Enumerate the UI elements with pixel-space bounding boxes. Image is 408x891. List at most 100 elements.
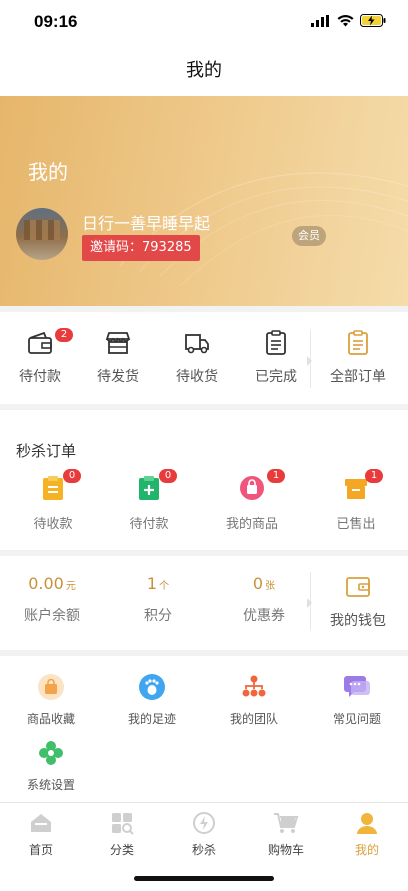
order-label: 已完成 <box>255 369 297 385</box>
signal-icon <box>311 14 329 27</box>
tab-label: 我的 <box>354 843 379 857</box>
points-label: 积分 <box>144 608 172 624</box>
favorites-bag-icon <box>38 674 64 700</box>
tool-faq[interactable]: 常见问题 <box>312 674 402 727</box>
shopping-bag-icon <box>240 476 264 500</box>
seckill-badge: 0 <box>63 469 81 483</box>
order-label: 待收货 <box>176 369 218 385</box>
order-completed[interactable]: 已完成 <box>241 330 311 386</box>
coupons-value: 0 <box>252 574 264 593</box>
shop-icon <box>105 332 131 354</box>
cart-icon <box>274 813 299 833</box>
seckill-label: 我的商品 <box>225 517 278 532</box>
truck-icon <box>185 334 209 354</box>
balance-unit: 元 <box>65 581 76 592</box>
member-badge[interactable]: 会员 <box>292 226 326 246</box>
order-label: 待付款 <box>19 369 61 385</box>
points[interactable]: 1个 积分 <box>113 574 203 625</box>
invite-code: 793285 <box>142 240 192 255</box>
tool-label: 系统设置 <box>26 778 75 792</box>
team-tree-icon <box>242 675 266 697</box>
battery-charging-icon <box>360 14 386 27</box>
account-balance[interactable]: 0.00 元 账户余额 <box>7 574 97 625</box>
home-icon <box>31 814 51 832</box>
balance-value: 0.00 <box>28 574 64 593</box>
clipboard-check-icon <box>266 330 286 355</box>
invite-code-badge[interactable]: 邀请码：793285 <box>82 235 200 261</box>
seckill-badge: 1 <box>365 469 383 483</box>
home-indicator <box>134 876 274 881</box>
tab-home[interactable]: 首页 <box>11 811 71 858</box>
page-title: 我的 <box>186 60 222 81</box>
profile-title: 我的 <box>28 160 68 184</box>
tab-category[interactable]: 分类 <box>92 811 152 858</box>
wallet-gold-icon <box>346 577 370 597</box>
points-value: 1 <box>146 574 158 593</box>
wifi-icon <box>337 14 354 26</box>
orders-card: 2 待付款 待发货 待收货 已完成 全部订单 <box>0 312 408 404</box>
tool-label: 我的足迹 <box>127 712 176 726</box>
my-wallet-button[interactable]: 我的钱包 <box>313 576 403 630</box>
hero-wave-decoration <box>119 172 408 287</box>
coupons-unit: 张 <box>265 581 276 592</box>
tab-mine[interactable]: 我的 <box>337 811 397 858</box>
seckill-label: 待付款 <box>129 517 169 532</box>
tab-cart[interactable]: 购物车 <box>256 811 316 858</box>
tab-seckill[interactable]: 秒杀 <box>174 811 234 858</box>
tools-card: 商品收藏 我的足迹 我的团队 常见问题 系统设置 <box>0 656 408 802</box>
coupons-label: 优惠券 <box>243 608 285 624</box>
clipboard-yellow-icon <box>43 476 63 500</box>
nav-bar: 我的 <box>0 44 408 96</box>
seckill-orders-card: 秒杀订单 0 待收款 0 待付款 1 我的商品 1 已售出 <box>0 410 408 550</box>
category-grid-icon <box>112 813 134 835</box>
settings-flower-icon <box>39 741 63 765</box>
seckill-badge: 1 <box>267 469 285 483</box>
seckill-label: 待收款 <box>33 517 73 532</box>
order-label: 待发货 <box>97 369 139 385</box>
order-pending-payment[interactable]: 2 待付款 <box>5 328 75 386</box>
tool-label: 常见问题 <box>332 712 381 726</box>
balance-label: 账户余额 <box>24 608 80 624</box>
username: 日行一善早睡早起 <box>82 214 211 233</box>
order-list-icon <box>348 330 368 355</box>
tool-settings[interactable]: 系统设置 <box>6 740 96 793</box>
divider-arrow <box>307 356 312 366</box>
seckill-sold[interactable]: 1 已售出 <box>316 469 396 532</box>
all-orders-button[interactable]: 全部订单 <box>323 330 393 386</box>
order-pending-receipt[interactable]: 待收货 <box>162 330 232 386</box>
tab-label: 首页 <box>28 843 53 857</box>
footprint-icon <box>139 674 165 700</box>
seckill-my-goods[interactable]: 1 我的商品 <box>212 469 292 532</box>
user-icon <box>357 813 377 834</box>
tab-label: 秒杀 <box>191 843 216 857</box>
seckill-pending-collection[interactable]: 0 待收款 <box>13 469 93 532</box>
section-title: 秒杀订单 <box>16 442 77 460</box>
status-bar: 09:16 <box>0 0 408 44</box>
status-time: 09:16 <box>34 12 78 31</box>
order-pending-shipment[interactable]: 待发货 <box>83 330 153 386</box>
avatar[interactable] <box>16 208 68 260</box>
tool-footprints[interactable]: 我的足迹 <box>107 674 197 727</box>
points-unit: 个 <box>159 581 170 592</box>
order-badge: 2 <box>55 328 73 342</box>
tool-team[interactable]: 我的团队 <box>209 674 299 727</box>
tool-label: 我的团队 <box>229 712 278 726</box>
clipboard-plus-icon <box>139 476 159 500</box>
invite-label: 邀请码： <box>90 240 143 255</box>
my-wallet-label: 我的钱包 <box>330 613 386 629</box>
seckill-badge: 0 <box>159 469 177 483</box>
tool-label: 商品收藏 <box>26 712 75 726</box>
all-orders-label: 全部订单 <box>330 369 386 385</box>
profile-header: 我的 日行一善早睡早起 邀请码：793285 会员 <box>0 96 408 306</box>
tool-favorites[interactable]: 商品收藏 <box>6 674 96 727</box>
coupons[interactable]: 0张 优惠券 <box>219 574 309 625</box>
tab-label: 分类 <box>109 843 134 857</box>
tab-label: 购物车 <box>267 843 304 857</box>
wallet-card: 0.00 元 账户余额 1个 积分 0张 优惠券 我的钱包 <box>0 556 408 650</box>
lightning-icon <box>193 812 215 834</box>
seckill-pending-payment[interactable]: 0 待付款 <box>109 469 189 532</box>
wallet-icon <box>28 331 52 354</box>
divider-arrow <box>307 598 312 608</box>
seckill-label: 已售出 <box>336 517 376 532</box>
chat-bubble-icon <box>344 676 370 697</box>
